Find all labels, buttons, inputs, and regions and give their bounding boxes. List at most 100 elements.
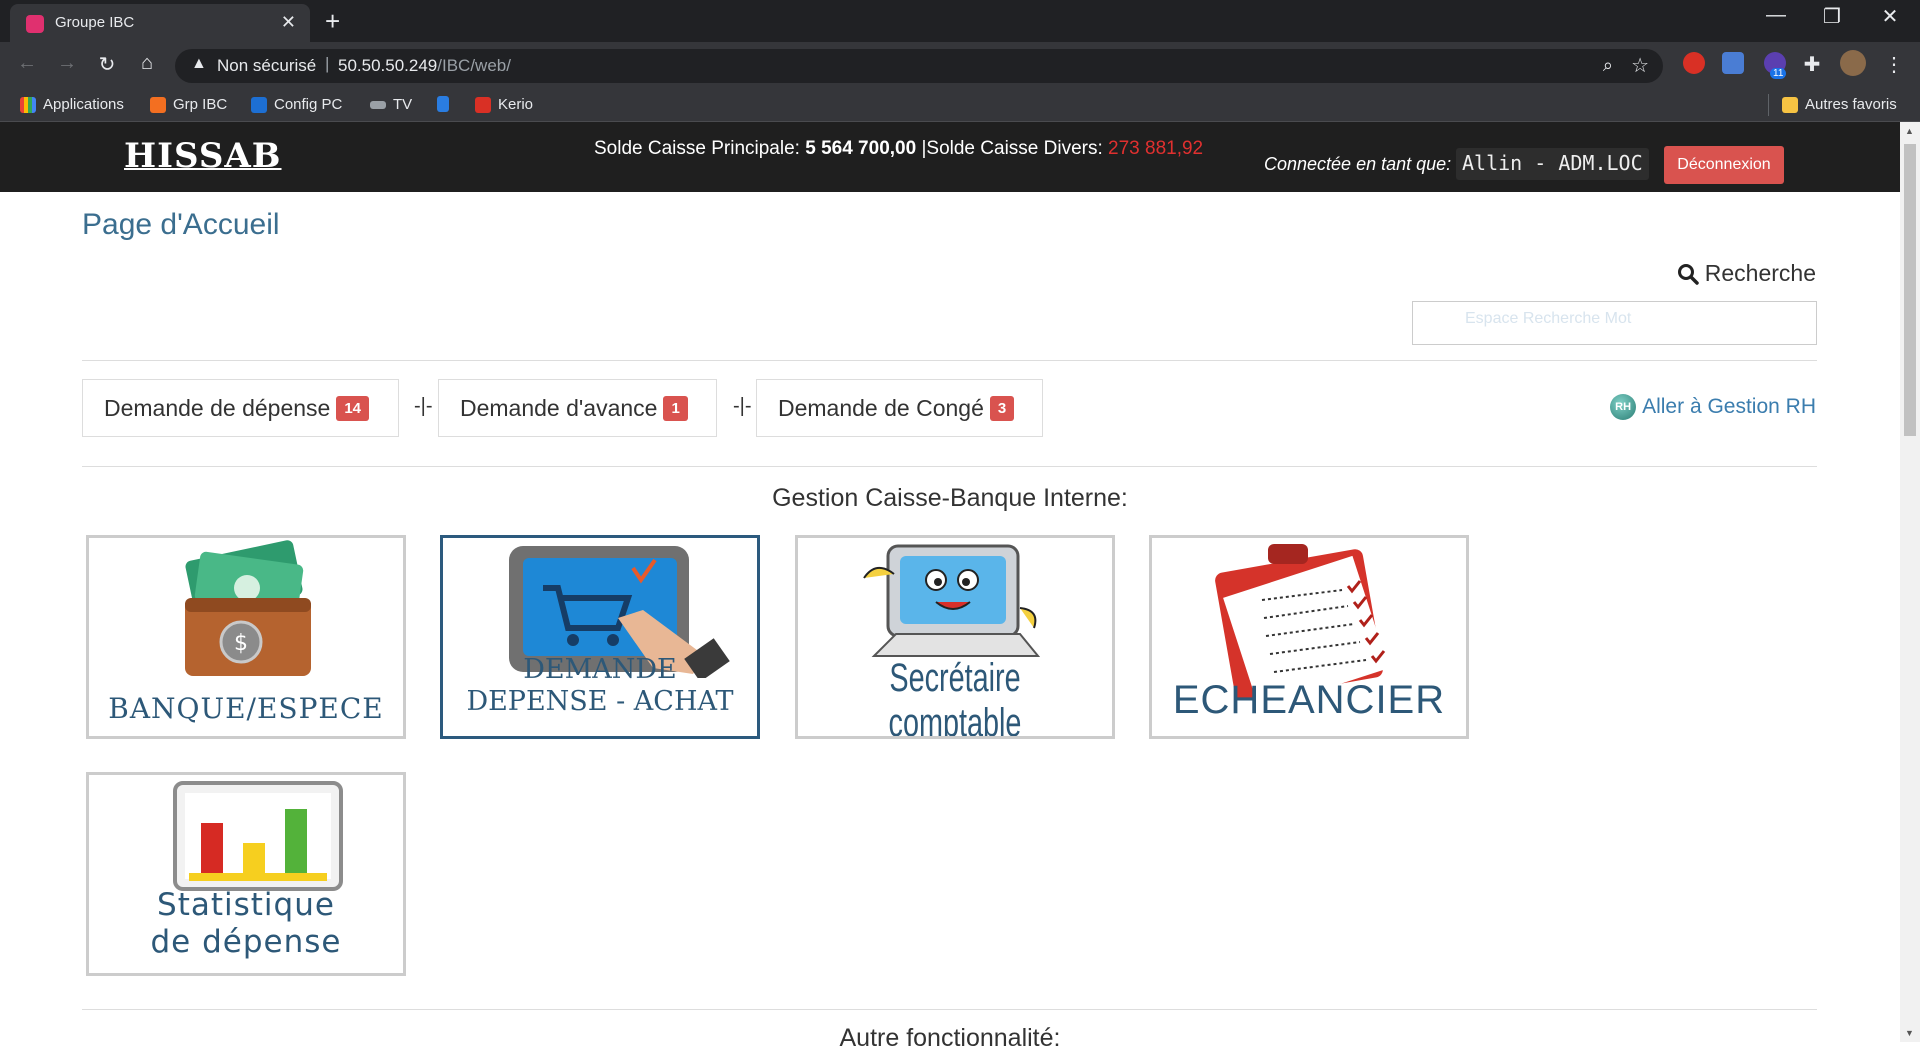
divider <box>82 1009 1817 1010</box>
tile-label-line2: DEPENSE - ACHAT <box>466 686 734 717</box>
browser-toolbar: ← → ↻ ⌂ ▲ Non sécurisé | 50.50.50.249/IB… <box>0 42 1920 88</box>
page-scrollbar[interactable]: ▲ ▼ <box>1900 122 1920 1042</box>
tile-label-line1: Statistique <box>157 887 335 923</box>
site-favicon-icon <box>26 15 44 33</box>
config-pc-icon <box>251 96 267 113</box>
tile-label: DEMANDE DEPENSE - ACHAT <box>443 654 757 718</box>
page-title: Page d'Accueil <box>82 208 280 241</box>
misc-balance-label: |Solde Caisse Divers: <box>921 138 1103 159</box>
advance-request-badge: 1 <box>663 396 688 421</box>
address-path: /IBC/web/ <box>437 56 511 75</box>
home-icon[interactable]: ⌂ <box>133 52 161 75</box>
logout-button[interactable]: Déconnexion <box>1664 146 1784 184</box>
tile-secretaire-comptable[interactable]: Secrétaire comptable <box>795 535 1115 739</box>
zoom-icon[interactable]: ⌕ <box>1603 55 1613 76</box>
forward-icon[interactable]: → <box>53 52 81 75</box>
balance-summary: Solde Caisse Principale: 5 564 700,00 |S… <box>594 138 1203 160</box>
current-user: Allin - ADM.LOC <box>1456 148 1649 180</box>
scrollbar-thumb[interactable] <box>1904 144 1916 436</box>
tile-label-line2: de dépense <box>150 924 342 960</box>
bookmark-label: Grp IBC <box>173 96 228 113</box>
address-separator: | <box>325 54 330 73</box>
tile-label: ECHEANCIER <box>1172 678 1446 722</box>
bookmark-label: Kerio <box>498 96 534 113</box>
minimize-icon[interactable]: — <box>1756 4 1796 27</box>
bookmark-label: Autres favoris <box>1805 96 1897 113</box>
bookmark-applications[interactable]: Applications <box>20 96 124 113</box>
kerio-icon <box>475 96 491 113</box>
extension-shield-icon[interactable] <box>1683 52 1705 74</box>
expense-request-badge: 14 <box>336 396 370 421</box>
computer-mascot-icon <box>863 544 1041 657</box>
browser-titlebar: Groupe IBC ✕ + — ❐ ✕ <box>0 0 1920 42</box>
connected-as-label: Connectée en tant que: <box>1264 154 1452 174</box>
address-url[interactable]: 50.50.50.249/IBC/web/ <box>338 56 511 76</box>
apps-grid-icon <box>20 96 36 113</box>
search-icon <box>1677 263 1699 285</box>
leave-request-badge: 3 <box>989 396 1015 421</box>
browser-tab[interactable]: Groupe IBC ✕ <box>10 4 310 42</box>
bookmark-tv[interactable]: TV <box>370 96 412 113</box>
tile-statistique-depense[interactable]: Statistique de dépense <box>86 772 406 976</box>
bookmark-label: Applications <box>43 96 124 113</box>
tile-label-line1: DEMANDE <box>523 654 677 685</box>
hr-management-link[interactable]: RH Aller à Gestion RH <box>1610 394 1816 420</box>
tv-icon <box>370 100 386 109</box>
tile-echeancier[interactable]: ECHEANCIER <box>1149 535 1469 739</box>
extension-badge-count: 11 <box>1770 68 1787 79</box>
bookmark-kerio[interactable]: Kerio <box>475 96 533 113</box>
advance-request-button[interactable]: Demande d'avance 1 <box>438 379 717 437</box>
misc-balance-value: 273 881,92 <box>1108 138 1204 159</box>
grp-ibc-icon <box>150 96 166 113</box>
checklist-clipboard-icon <box>1215 544 1389 698</box>
bookmark-bing[interactable] <box>437 96 449 112</box>
restore-icon[interactable]: ❐ <box>1812 4 1852 29</box>
close-tab-icon[interactable]: ✕ <box>281 12 296 33</box>
bookmark-star-icon[interactable]: ☆ <box>1631 53 1649 78</box>
search-heading: Recherche <box>1677 260 1816 287</box>
leave-request-button[interactable]: Demande de Congé 3 <box>756 379 1043 437</box>
bar-statistics-icon <box>173 781 343 891</box>
bookmark-other-folder[interactable]: Autres favoris <box>1782 96 1897 113</box>
bing-icon <box>437 96 449 112</box>
app-logo[interactable]: HISSAB <box>124 136 282 176</box>
main-content: Page d'Accueil Recherche Espace Recherch… <box>0 192 1900 1052</box>
translate-extension-icon[interactable] <box>1722 52 1744 74</box>
svg-text:$: $ <box>234 631 248 656</box>
main-balance-label: Solde Caisse Principale: <box>594 138 800 159</box>
divider <box>82 360 1817 361</box>
warning-icon[interactable]: ▲ <box>191 55 207 73</box>
tab-title: Groupe IBC <box>55 14 135 31</box>
search-input[interactable]: Espace Recherche Mot <box>1412 301 1817 345</box>
security-status[interactable]: Non sécurisé <box>217 56 316 76</box>
browser-menu-icon[interactable]: ⋮ <box>1880 52 1908 77</box>
address-bar[interactable]: ▲ Non sécurisé | 50.50.50.249/IBC/web/ ⌕… <box>175 49 1663 83</box>
new-tab-icon[interactable]: + <box>325 6 340 37</box>
section-title: Gestion Caisse-Banque Interne: <box>772 484 1128 512</box>
hr-icon: RH <box>1610 394 1637 420</box>
tile-demande-depense-achat[interactable]: DEMANDE DEPENSE - ACHAT <box>440 535 760 739</box>
expense-request-button[interactable]: Demande de dépense 14 <box>82 379 399 437</box>
next-section-title: Autre fonctionnalité: <box>839 1024 1061 1052</box>
search-placeholder: Espace Recherche Mot <box>1465 310 1632 327</box>
reload-icon[interactable]: ↻ <box>93 52 121 77</box>
bookmark-grp-ibc[interactable]: Grp IBC <box>150 96 227 113</box>
bookmark-config-pc[interactable]: Config PC <box>251 96 342 113</box>
advance-request-label: Demande d'avance <box>460 395 658 421</box>
tile-label: Statistique de dépense <box>89 887 403 961</box>
hr-link-label: Aller à Gestion RH <box>1642 395 1816 418</box>
scroll-up-icon[interactable]: ▲ <box>1905 126 1914 136</box>
extensions-puzzle-icon[interactable]: ✚ <box>1798 52 1826 77</box>
leave-request-label: Demande de Congé <box>778 395 984 421</box>
wallet-money-icon: $ <box>185 540 311 676</box>
bookmarks-divider <box>1768 94 1769 116</box>
divider <box>82 466 1817 467</box>
scroll-down-icon[interactable]: ▼ <box>1905 1028 1914 1038</box>
tile-label: Secrétaire comptable <box>888 656 1022 739</box>
bookmark-label: TV <box>393 96 413 113</box>
profile-avatar[interactable] <box>1840 50 1866 76</box>
address-host: 50.50.50.249 <box>338 56 438 75</box>
tile-banque-espece[interactable]: $ BANQUE/ESPECE <box>86 535 406 739</box>
close-window-icon[interactable]: ✕ <box>1870 4 1910 29</box>
back-icon[interactable]: ← <box>13 52 41 75</box>
